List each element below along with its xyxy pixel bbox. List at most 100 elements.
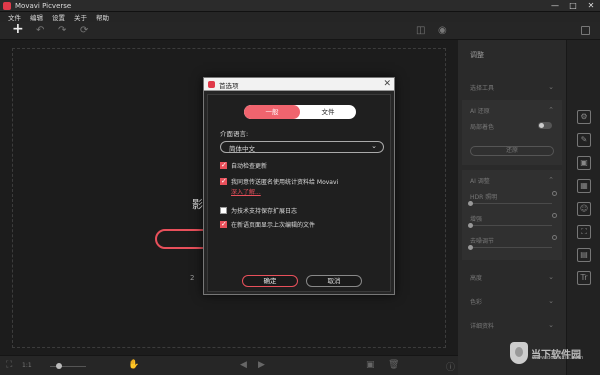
app-logo-icon bbox=[208, 81, 215, 88]
tab-general[interactable]: 一般 bbox=[244, 105, 300, 119]
denoise-slider-end bbox=[552, 235, 557, 240]
retouch-tool-icon[interactable]: ✎ bbox=[577, 133, 591, 147]
learn-more-link[interactable]: 深入了解... bbox=[231, 187, 261, 196]
denoise-label: 去噪调节 bbox=[470, 238, 495, 245]
checkbox-label: 为技术支持保存扩展日志 bbox=[231, 208, 298, 215]
hand-icon[interactable]: ✋ bbox=[128, 360, 139, 370]
enhance-slider-thumb[interactable] bbox=[468, 223, 473, 228]
section-ai-adjust[interactable]: AI 调整 ⌃ bbox=[470, 176, 560, 185]
hdr-slider-end bbox=[552, 191, 557, 196]
chevron-up-icon: ⌃ bbox=[548, 106, 554, 114]
adjust-tool-icon[interactable]: ⚙ bbox=[577, 110, 591, 124]
right-header bbox=[458, 22, 600, 40]
canvas-text: 影 bbox=[192, 198, 203, 211]
watermark: 当下软件园 www.downxia.com bbox=[510, 342, 584, 364]
auto-update-checkbox[interactable]: 自动检查更新 bbox=[220, 161, 267, 170]
prev-icon[interactable]: ◀ bbox=[240, 360, 247, 370]
checkbox-box[interactable] bbox=[220, 177, 227, 186]
checkbox-label: 我同意传送匿名使用统计资料给 Movavi bbox=[231, 179, 339, 186]
dialog-title-bar: 首选项 ✕ bbox=[204, 78, 394, 91]
section-details[interactable]: 详细资料 ⌄ bbox=[470, 321, 560, 330]
chevron-down-icon: ⌄ bbox=[371, 142, 377, 150]
checkbox-label: 自动检查更新 bbox=[231, 163, 268, 170]
show-last-file-checkbox[interactable]: 在新语页面显示上次编辑的文件 bbox=[220, 220, 315, 229]
chevron-down-icon: ⌄ bbox=[548, 297, 554, 305]
undo-icon[interactable]: ↶ bbox=[36, 24, 44, 38]
menu-help[interactable]: 帮助 bbox=[96, 12, 109, 22]
canvas-number: 2 bbox=[190, 274, 195, 282]
preview-icon[interactable]: ◉ bbox=[438, 24, 447, 38]
denoise-slider-thumb[interactable] bbox=[468, 245, 473, 250]
maximize-button[interactable]: □ bbox=[564, 0, 582, 12]
ai-adjust-section: AI 调整 ⌃ HDR 照明 增强 去噪调节 bbox=[462, 170, 562, 260]
extended-log-checkbox[interactable]: 为技术支持保存扩展日志 bbox=[220, 206, 297, 215]
ai-restore-section: AI 还原 ⌃ 局部着色 还原 bbox=[462, 100, 562, 165]
language-select[interactable]: 简体中文 ⌄ bbox=[220, 141, 384, 153]
menu-about[interactable]: 关于 bbox=[74, 12, 87, 22]
chevron-down-icon: ⌄ bbox=[548, 273, 554, 281]
zoom-slider-thumb[interactable] bbox=[56, 363, 62, 369]
enhance-slider[interactable] bbox=[470, 225, 552, 226]
close-button[interactable]: ✕ bbox=[582, 0, 600, 12]
crop-tool-icon[interactable]: ⛶ bbox=[577, 225, 591, 239]
checkbox-box[interactable] bbox=[220, 220, 227, 229]
enhance-slider-end bbox=[552, 213, 557, 218]
checkbox-label: 在新语页面显示上次编辑的文件 bbox=[231, 222, 316, 229]
window-controls: — □ ✕ bbox=[546, 0, 600, 12]
hdr-slider-thumb[interactable] bbox=[468, 201, 473, 206]
compare-icon[interactable]: ◫ bbox=[416, 24, 425, 38]
text-tool-icon[interactable]: Tr bbox=[577, 271, 591, 285]
zoom-level: 1:1 bbox=[22, 362, 32, 369]
redo-icon[interactable]: ↷ bbox=[58, 24, 66, 38]
minimize-button[interactable]: — bbox=[546, 0, 564, 12]
panel-title: 调整 bbox=[470, 51, 484, 59]
title-bar: Movavi Picverse — □ ✕ bbox=[0, 0, 600, 12]
hdr-label: HDR 照明 bbox=[470, 194, 498, 201]
enhance-label: 增强 bbox=[470, 216, 483, 223]
chevron-up-icon: ⌃ bbox=[548, 176, 554, 184]
filter-tool-icon[interactable]: ▦ bbox=[577, 179, 591, 193]
next-icon[interactable]: ▶ bbox=[258, 360, 265, 370]
background-tool-icon[interactable]: ▣ bbox=[577, 156, 591, 170]
menu-settings[interactable]: 设置 bbox=[52, 12, 65, 22]
dialog-close-button[interactable]: ✕ bbox=[383, 78, 391, 91]
reset-icon[interactable]: ⟳ bbox=[80, 24, 88, 38]
fit-screen-icon[interactable]: ⛶ bbox=[6, 360, 12, 370]
checkbox-box[interactable] bbox=[220, 161, 227, 170]
adjust-panel: 调整 选择工具 ⌄ AI 还原 ⌃ 局部着色 还原 AI 调整 ⌃ HDR 照明… bbox=[458, 40, 566, 375]
watermark-logo-icon bbox=[510, 342, 528, 364]
save-icon[interactable] bbox=[581, 26, 590, 35]
checkbox-box[interactable] bbox=[220, 207, 227, 214]
section-ai-restore[interactable]: AI 还原 ⌃ bbox=[470, 106, 560, 115]
info-icon[interactable]: ⓘ bbox=[446, 360, 455, 373]
preferences-dialog: 首选项 ✕ 一般 文件 介面语言: 简体中文 ⌄ 自动检查更新 我同意传送匿名使… bbox=[203, 77, 395, 295]
menu-bar: 文件 编辑 设置 关于 帮助 bbox=[0, 12, 600, 22]
window-title: Movavi Picverse bbox=[15, 1, 72, 10]
menu-edit[interactable]: 编辑 bbox=[30, 12, 43, 22]
denoise-slider[interactable] bbox=[470, 247, 552, 248]
app-logo-icon bbox=[3, 1, 11, 10]
face-tool-icon[interactable]: ☺ bbox=[577, 202, 591, 216]
language-value: 简体中文 bbox=[229, 145, 255, 153]
usage-stats-checkbox[interactable]: 我同意传送匿名使用统计资料给 Movavi bbox=[220, 177, 338, 186]
colorize-toggle[interactable] bbox=[538, 122, 552, 129]
ok-button[interactable]: 确定 bbox=[242, 275, 298, 287]
section-height[interactable]: 高度 ⌄ bbox=[470, 273, 560, 282]
toolbar: + ↶ ↷ ⟳ ◫ ◉ bbox=[0, 22, 458, 40]
add-icon[interactable]: + bbox=[12, 22, 24, 36]
chevron-down-icon: ⌄ bbox=[548, 83, 554, 91]
dialog-title: 首选项 bbox=[219, 82, 239, 90]
hdr-slider[interactable] bbox=[470, 203, 552, 204]
section-color[interactable]: 色彩 ⌄ bbox=[470, 297, 560, 306]
layers-tool-icon[interactable]: ▤ bbox=[577, 248, 591, 262]
restore-button[interactable]: 还原 bbox=[470, 146, 554, 156]
section-select-tool[interactable]: 选择工具 ⌄ bbox=[470, 83, 560, 92]
dialog-body: 一般 文件 介面语言: 简体中文 ⌄ 自动检查更新 我同意传送匿名使用统计资料给… bbox=[207, 94, 391, 292]
tab-files[interactable]: 文件 bbox=[300, 105, 356, 119]
image-icon[interactable]: ▣ bbox=[366, 360, 375, 370]
cancel-button[interactable]: 取消 bbox=[306, 275, 362, 287]
dialog-tabs: 一般 文件 bbox=[244, 105, 356, 119]
language-label: 介面语言: bbox=[220, 130, 249, 138]
watermark-url: www.downxia.com bbox=[532, 355, 584, 361]
delete-icon[interactable]: 🗑 bbox=[388, 360, 399, 370]
